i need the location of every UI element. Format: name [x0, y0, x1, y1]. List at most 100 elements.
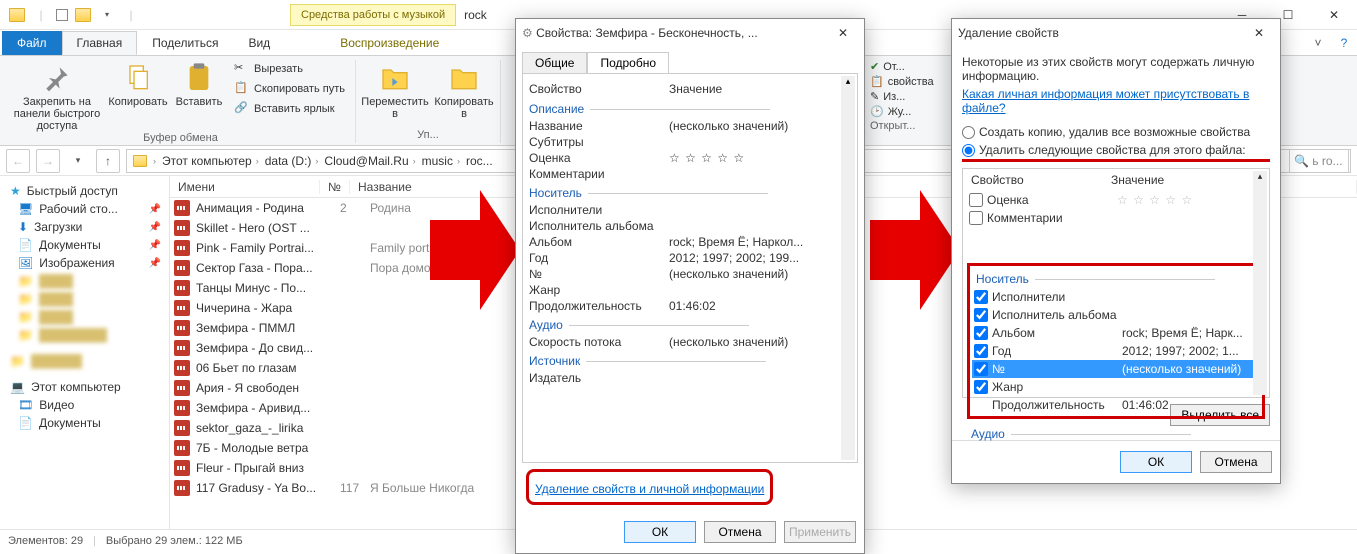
prop-name[interactable]: Название(несколько значений) — [529, 118, 851, 134]
nav-forward-button[interactable]: → — [36, 149, 60, 173]
prop-album[interactable]: Альбомrock; Время Ё; Нарк... — [972, 324, 1260, 342]
ok-button[interactable]: ОК — [1120, 451, 1192, 473]
prop-albumartist[interactable]: Исполнитель альбома — [529, 218, 851, 234]
prop-artists[interactable]: Исполнители — [972, 288, 1260, 306]
sidebar-documents2[interactable]: 📄Документы — [4, 414, 165, 432]
search-input[interactable]: 🔍 ь ro... — [1289, 149, 1349, 173]
star-rating-icon[interactable]: ☆ ☆ ☆ ☆ ☆ — [669, 151, 851, 165]
checklist-icon: 📋 — [870, 75, 884, 88]
copyto-button[interactable]: Копировать в — [434, 60, 494, 120]
breadcrumb-item[interactable]: data (D:)› — [263, 154, 323, 168]
scrollbar[interactable]: ▴ — [1253, 171, 1267, 395]
sidebar-blurred-5[interactable]: 📁██████ — [4, 352, 165, 370]
copy-path-button[interactable]: 📋Скопировать путь — [230, 80, 349, 98]
col-num[interactable]: № — [320, 180, 350, 194]
qat-folder-icon[interactable] — [74, 6, 92, 24]
tab-share[interactable]: Поделиться — [137, 31, 233, 55]
moveto-button[interactable]: Переместить в — [362, 60, 428, 120]
scissors-icon: ✂ — [234, 61, 250, 77]
prop-year[interactable]: Год2012; 1997; 2002; 1... — [972, 342, 1260, 360]
prop-header: СвойствоЗначение — [529, 80, 851, 98]
prop-album[interactable]: Альбомrock; Время Ё; Наркол... — [529, 234, 851, 250]
breadcrumb-item[interactable]: roc... — [464, 154, 495, 168]
tab-general[interactable]: Общие — [522, 52, 587, 74]
sidebar-blurred-4[interactable]: 📁████████ — [4, 326, 165, 344]
cut-button[interactable]: ✂Вырезать — [230, 60, 349, 78]
breadcrumb-item[interactable]: Этот компьютер› — [160, 154, 263, 168]
tab-playback[interactable]: Воспроизведение — [325, 31, 454, 55]
checkbox-icon[interactable] — [56, 9, 68, 21]
pin-quickaccess-button[interactable]: Закрепить на панели быстрого доступа — [12, 60, 102, 132]
dialog-body: СвойствоЗначение Описание Название(неско… — [522, 73, 858, 463]
prop-albumartist[interactable]: Исполнитель альбома — [972, 306, 1260, 324]
crumb-chevron[interactable]: › — [149, 156, 160, 166]
paste-shortcut-button[interactable]: 🔗Вставить ярлык — [230, 100, 349, 118]
tab-file[interactable]: Файл — [2, 31, 62, 55]
status-count: Элементов: 29 — [8, 535, 83, 547]
prop-track[interactable]: №(несколько значений) — [529, 266, 851, 282]
prop-genre[interactable]: Жанр — [972, 378, 1260, 396]
edit-button[interactable]: ✎Из... — [870, 90, 934, 103]
sidebar-documents[interactable]: 📄Документы📌 — [4, 236, 165, 254]
properties-button[interactable]: 📋свойства — [870, 75, 934, 88]
nav-recent-button[interactable]: ▾ — [66, 149, 90, 173]
dialog-titlebar[interactable]: ⚙ Свойства: Земфира - Бесконечность, ...… — [516, 19, 864, 47]
prop-rating[interactable]: Оценка☆ ☆ ☆ ☆ ☆ — [529, 150, 851, 166]
info-link[interactable]: Какая личная информация может присутство… — [962, 87, 1249, 115]
ribbon-collapse-icon[interactable]: ˅ — [1305, 31, 1331, 55]
prop-duration[interactable]: Продолжительность01:46:02 — [529, 298, 851, 314]
sidebar-quick-access[interactable]: ★Быстрый доступ — [4, 182, 165, 200]
remove-properties-link[interactable]: Удаление свойств и личной информации — [535, 482, 764, 496]
prop-track[interactable]: №(несколько значений) — [972, 360, 1260, 378]
file-name: Skillet - Hero (OST ... — [196, 221, 340, 235]
apply-button[interactable]: Применить — [784, 521, 856, 543]
sidebar-this-pc[interactable]: 💻Этот компьютер — [4, 378, 165, 396]
copy-button[interactable]: Копировать — [108, 60, 168, 108]
paste-button[interactable]: Вставить — [174, 60, 224, 108]
cancel-button[interactable]: Отмена — [704, 521, 776, 543]
history-button[interactable]: 🕑Жу... — [870, 105, 934, 118]
sidebar-blurred-3[interactable]: 📁████ — [4, 308, 165, 326]
ok-button[interactable]: ОК — [624, 521, 696, 543]
sidebar-videos[interactable]: 🎞Видео — [4, 396, 165, 414]
nav-back-button[interactable]: ← — [6, 149, 30, 173]
close-button[interactable]: ✕ — [1311, 0, 1357, 30]
cancel-button[interactable]: Отмена — [1200, 451, 1272, 473]
option-remove-selected[interactable]: Удалить следующие свойства для этого фай… — [962, 141, 1270, 162]
properties-dialog: ⚙ Свойства: Земфира - Бесконечность, ...… — [515, 18, 865, 554]
prop-comments[interactable]: Комментарии — [967, 209, 1265, 227]
sidebar-desktop[interactable]: 🖥Рабочий сто...📌 — [4, 200, 165, 218]
tab-details[interactable]: Подробно — [587, 52, 669, 74]
prop-publisher[interactable]: Издатель — [529, 370, 851, 386]
ribbon-group-organize: Переместить в Копировать в Уп... — [356, 60, 501, 143]
sidebar-blurred-1[interactable]: 📁████ — [4, 272, 165, 290]
breadcrumb-item[interactable]: music› — [420, 154, 464, 168]
sidebar-downloads[interactable]: ⬇Загрузки📌 — [4, 218, 165, 236]
prop-genre[interactable]: Жанр — [529, 282, 851, 298]
prop-subtitles[interactable]: Субтитры — [529, 134, 851, 150]
tab-view[interactable]: Вид — [233, 31, 285, 55]
sidebar-blurred-2[interactable]: 📁████ — [4, 290, 165, 308]
dialog-close-button[interactable]: ✕ — [828, 26, 858, 40]
pictures-icon: 🖼 — [18, 256, 33, 270]
dialog-close-button[interactable]: ✕ — [1244, 26, 1274, 40]
tab-home[interactable]: Главная — [62, 31, 138, 55]
dialog-titlebar[interactable]: Удаление свойств ✕ — [952, 19, 1280, 47]
prop-artists[interactable]: Исполнители — [529, 202, 851, 218]
col-name[interactable]: Имени — [170, 180, 320, 194]
breadcrumb-item[interactable]: Cloud@Mail.Ru› — [322, 154, 419, 168]
nav-up-button[interactable]: ↑ — [96, 149, 120, 173]
option-create-copy[interactable]: Создать копию, удалив все возможные свой… — [962, 123, 1270, 141]
open-indicator[interactable]: ✔От... — [870, 60, 934, 73]
prop-duration[interactable]: Продолжительность01:46:02 — [972, 396, 1260, 414]
prop-comments[interactable]: Комментарии — [529, 166, 851, 182]
audio-file-icon — [174, 400, 190, 416]
prop-year[interactable]: Год2012; 1997; 2002; 199... — [529, 250, 851, 266]
qat-dropdown-icon[interactable]: ▾ — [98, 6, 116, 24]
audio-file-icon — [174, 440, 190, 456]
prop-bitrate[interactable]: Скорость потока(несколько значений) — [529, 334, 851, 350]
sidebar-pictures[interactable]: 🖼Изображения📌 — [4, 254, 165, 272]
help-icon[interactable]: ? — [1331, 31, 1357, 55]
scrollbar[interactable]: ▴ — [841, 76, 855, 460]
prop-rating[interactable]: Оценка☆ ☆ ☆ ☆ ☆ — [967, 191, 1265, 209]
